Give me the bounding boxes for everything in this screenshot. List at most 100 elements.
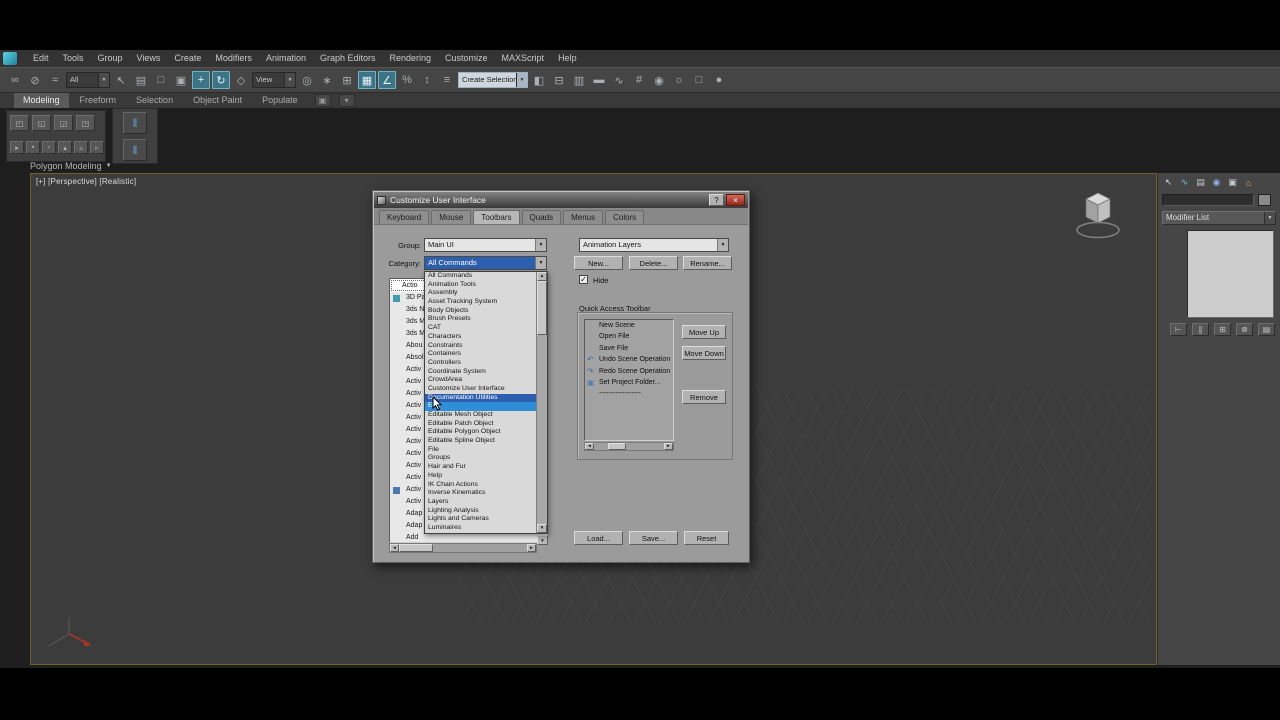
rectangular-selection-icon[interactable]: □ <box>152 71 170 89</box>
category-option-all-commands[interactable]: All Commands <box>425 272 536 281</box>
qat-item-open-file[interactable]: Open File <box>585 331 673 342</box>
qat-item-separator[interactable]: ------------------ <box>585 388 673 399</box>
menu-modifiers[interactable]: Modifiers <box>208 50 259 67</box>
scrollbar-thumb[interactable] <box>399 544 433 552</box>
category-option-groups[interactable]: Groups <box>425 454 536 463</box>
qat-item-new-scene[interactable]: New Scene <box>585 320 673 331</box>
poly-subtool-button-3[interactable]: ▫ <box>42 141 56 154</box>
tab-populate[interactable]: Populate <box>253 93 307 108</box>
category-option-lights-and-cameras[interactable]: Lights and Cameras <box>425 515 536 524</box>
rename-button[interactable]: Rename... <box>683 256 732 270</box>
percent-snap-icon[interactable]: % <box>398 71 416 89</box>
action-list-hscrollbar[interactable]: ◄ ► <box>389 543 537 553</box>
category-option-editable-spline-object[interactable]: Editable Spline Object <box>425 437 536 446</box>
display-tab-icon[interactable]: ▣ <box>1225 176 1240 189</box>
category-option-crowdarea[interactable]: CrowdArea <box>425 376 536 385</box>
select-object-icon[interactable]: ↖ <box>112 71 130 89</box>
qat-item-undo-scene-operation[interactable]: Undo Scene Operation ↶ <box>585 354 673 365</box>
mirror-icon[interactable]: ◧ <box>530 71 548 89</box>
toolbar-select-dropdown[interactable]: Animation Layers ▼ <box>579 238 729 252</box>
qat-item-save-file[interactable]: Save File <box>585 343 673 354</box>
poly-tool-button-3[interactable]: ◲ <box>54 115 73 131</box>
spinner-snap-icon[interactable]: ↕ <box>418 71 436 89</box>
hide-checkbox[interactable]: ✓ <box>579 275 588 284</box>
help-button[interactable]: ? <box>709 194 724 206</box>
select-and-move-icon[interactable]: + <box>192 71 210 89</box>
quick-access-list[interactable]: New Scene Open File Save File Undo Scene Op… <box>584 319 674 441</box>
poly-tool-button-1[interactable]: ◰ <box>10 115 29 131</box>
app-logo-icon[interactable] <box>3 52 17 65</box>
schematic-view-icon[interactable]: # <box>630 71 648 89</box>
select-and-rotate-icon[interactable]: ↻ <box>212 71 230 89</box>
poly-subtool-button-4[interactable]: ▴ <box>58 141 72 154</box>
menu-help[interactable]: Help <box>551 50 584 67</box>
make-unique-button[interactable]: ⊞ <box>1214 323 1231 336</box>
new-button[interactable]: New... <box>574 256 623 270</box>
swift-loop-button[interactable]: ‖ <box>123 111 147 134</box>
modifier-list-dropdown[interactable]: Modifier List ▼ <box>1162 211 1276 225</box>
use-pivot-point-icon[interactable]: ◎ <box>298 71 316 89</box>
action-list-scroll-down-icon[interactable]: ▼ <box>537 535 548 545</box>
show-end-result-button[interactable]: ∥ <box>1192 323 1209 336</box>
motion-tab-icon[interactable]: ◉ <box>1209 176 1224 189</box>
menu-animation[interactable]: Animation <box>259 50 313 67</box>
modifier-stack[interactable] <box>1187 230 1274 318</box>
ribbon-collapse-icon[interactable]: ▾ <box>338 94 355 107</box>
category-option-assembly[interactable]: Assembly <box>425 289 536 298</box>
tab-object-paint[interactable]: Object Paint <box>184 93 251 108</box>
dialog-titlebar[interactable]: Customize User Interface ? × <box>374 192 748 208</box>
bind-to-space-warp-icon[interactable]: ≈ <box>46 71 64 89</box>
poly-subtool-button-6[interactable]: ▹ <box>90 141 104 154</box>
pin-stack-button[interactable]: ⊢ <box>1170 323 1187 336</box>
category-option-containers[interactable]: Containers <box>425 350 536 359</box>
move-down-button[interactable]: Move Down <box>682 346 726 360</box>
delete-button[interactable]: Delete... <box>629 256 678 270</box>
create-tab-icon[interactable]: ↖ <box>1161 176 1176 189</box>
tab-modeling[interactable]: Modeling <box>14 93 69 108</box>
poly-tool-button-2[interactable]: ◱ <box>32 115 51 131</box>
object-color-swatch[interactable] <box>1258 194 1271 206</box>
scrollbar-track[interactable] <box>626 443 664 450</box>
curve-editor-icon[interactable]: ∿ <box>610 71 628 89</box>
named-selection-sets-icon[interactable]: ≡ <box>438 71 456 89</box>
menu-tools[interactable]: Tools <box>56 50 91 67</box>
scroll-left-icon[interactable]: ◄ <box>585 443 594 450</box>
load-button[interactable]: Load... <box>574 531 623 545</box>
move-up-button[interactable]: Move Up <box>682 325 726 339</box>
dialog-tab-keyboard[interactable]: Keyboard <box>379 210 430 224</box>
viewport-label[interactable]: [+] [Perspective] [Realistic] <box>36 177 136 186</box>
scroll-left-icon[interactable]: ◄ <box>390 544 399 552</box>
category-option-ik-chain-actions[interactable]: IK Chain Actions <box>425 481 536 490</box>
window-crossing-icon[interactable]: ▣ <box>172 71 190 89</box>
align-icon[interactable]: ⊟ <box>550 71 568 89</box>
category-option-luminaires[interactable]: Luminaires <box>425 524 536 533</box>
category-option-layers[interactable]: Layers <box>425 498 536 507</box>
category-option-coordinate-system[interactable]: Coordinate System <box>425 368 536 377</box>
menu-views[interactable]: Views <box>130 50 168 67</box>
select-and-manipulate-icon[interactable]: ∗ <box>318 71 336 89</box>
category-option-body-objects[interactable]: Body Objects <box>425 307 536 316</box>
qat-item-set-project-folder[interactable]: Set Project Folder... ▣ <box>585 377 673 388</box>
scroll-up-icon[interactable]: ▲ <box>537 272 547 281</box>
poly-subtool-button-1[interactable]: ▸ <box>10 141 24 154</box>
graphite-ribbon-icon[interactable]: ▬ <box>590 71 608 89</box>
close-button[interactable]: × <box>726 194 745 206</box>
poly-subtool-button-5[interactable]: ▵ <box>74 141 88 154</box>
menu-maxscript[interactable]: MAXScript <box>495 50 552 67</box>
object-name-field[interactable] <box>1162 194 1254 206</box>
select-and-link-icon[interactable]: ∞ <box>6 71 24 89</box>
category-option-asset-tracking-system[interactable]: Asset Tracking System <box>425 298 536 307</box>
dialog-tab-toolbars[interactable]: Toolbars <box>473 210 520 224</box>
menu-graph-editors[interactable]: Graph Editors <box>313 50 383 67</box>
category-dropdown[interactable]: All Commands ▼ <box>424 256 547 270</box>
category-option-editable-patch-object[interactable]: Editable Patch Object <box>425 420 536 429</box>
menu-rendering[interactable]: Rendering <box>383 50 439 67</box>
dialog-tab-mouse[interactable]: Mouse <box>431 210 472 224</box>
group-dropdown[interactable]: Main UI ▼ <box>424 238 547 252</box>
menu-create[interactable]: Create <box>167 50 208 67</box>
scrollbar-track[interactable] <box>433 544 527 552</box>
scrollbar-track[interactable] <box>537 335 547 524</box>
dialog-tab-quads[interactable]: Quads <box>521 210 562 224</box>
reset-button[interactable]: Reset <box>684 531 729 545</box>
scroll-down-icon[interactable]: ▼ <box>537 524 547 533</box>
